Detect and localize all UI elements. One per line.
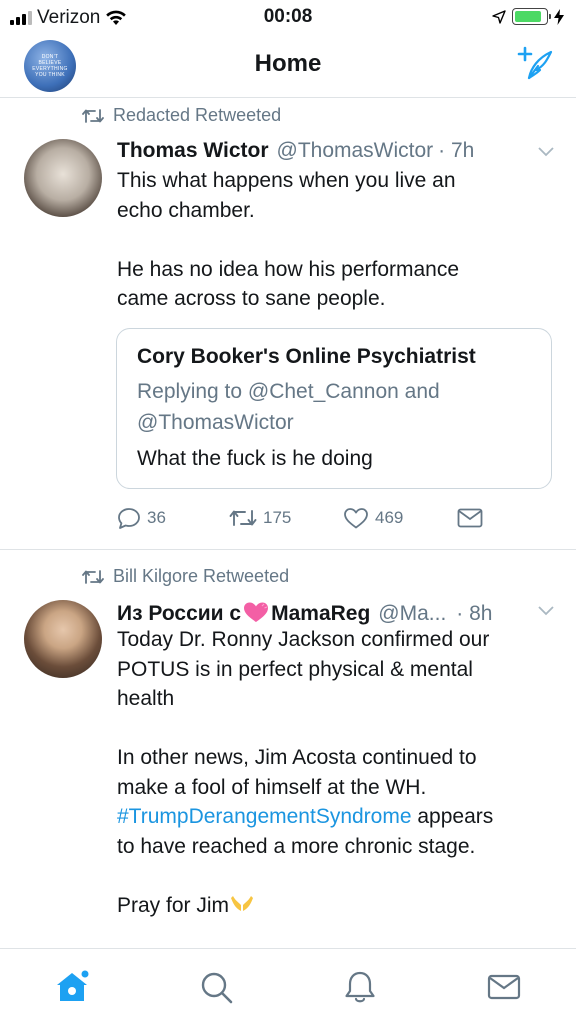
quoted-reply-context: Replying to @Chet_Cannon and @ThomasWict… [137, 376, 537, 438]
tweet-text-line: health [117, 687, 175, 710]
user-name[interactable]: Thomas Wictor [117, 139, 269, 163]
tab-bar [0, 948, 576, 1024]
user-avatar[interactable] [24, 600, 102, 678]
tweet-text-line: make a fool of himself at the WH. [117, 775, 427, 799]
user-avatar[interactable] [24, 139, 102, 217]
tweet-text: This what happens when you live an echo … [117, 166, 557, 314]
tweet-text-line: This what happens when you live an [117, 169, 456, 192]
tweet-text-line [117, 714, 557, 744]
user-handle: @ThomasWictor [276, 139, 434, 162]
envelope-icon [457, 508, 483, 528]
retweet-count: 175 [263, 508, 292, 527]
user-name-prefix[interactable]: Из России с [117, 602, 241, 626]
open-hands-emoji-icon [229, 893, 255, 913]
tweet-header: Thomas Wictor @ThomasWictor · 7h [117, 139, 474, 163]
heart-icon [344, 508, 368, 529]
messages-icon[interactable] [486, 969, 522, 1005]
tweet-text-line: Today Dr. Ronny Jackson confirmed our [117, 628, 490, 651]
timeline-feed: Redacted Retweeted Thomas Wictor @Thomas… [0, 99, 576, 948]
reply-button[interactable]: 36 [117, 507, 229, 529]
tweet-text: Today Dr. Ronny Jackson confirmed our PO… [117, 625, 557, 920]
tweet-text-line: In other news, Jim Acosta continued to [117, 746, 477, 769]
retweeted-by-label: Redacted Retweeted [113, 105, 282, 125]
reply-count: 36 [147, 508, 166, 527]
navigation-bar: DON'T BELIEVE EVERYTHING YOU THINK Home [0, 34, 576, 98]
tweet-time: · 8h [456, 602, 493, 625]
tweet-text-line: to have reached a more chronic stage. [117, 834, 476, 858]
retweeted-by-label: Bill Kilgore Retweeted [113, 566, 290, 586]
battery-icon [512, 8, 551, 25]
heart-emoji-icon [242, 601, 270, 623]
location-arrow-icon [492, 9, 506, 24]
retweet-button[interactable]: 175 [229, 508, 343, 528]
search-icon[interactable] [198, 969, 234, 1005]
page-title: Home [254, 50, 322, 77]
tweet-text-line: He has no idea how his performance [117, 257, 460, 281]
quoted-user-name: Cory Booker's Online Psychiatrist [137, 345, 476, 368]
chevron-down-icon[interactable] [538, 147, 554, 157]
tweet-text-fragment: Pray for Jim [117, 893, 230, 917]
compose-tweet-icon[interactable] [516, 44, 556, 84]
tweet-actions: 36 175 469 [117, 507, 483, 529]
tweet-text-line [117, 861, 557, 891]
quoted-tweet[interactable]: Cory Booker's Online Psychiatrist Replyi… [116, 328, 552, 489]
quoted-tweet-text: What the fuck is he doing [137, 447, 373, 470]
reply-line: @ThomasWictor [137, 411, 294, 434]
status-bar: Verizon 00:08 [0, 0, 576, 34]
status-right [492, 8, 564, 25]
tweet-text-fragment: appears [411, 805, 494, 828]
battery-level [515, 11, 541, 22]
retweet-context: Bill Kilgore Retweeted [82, 566, 289, 587]
reply-icon [118, 508, 140, 529]
tweet-text-line [117, 225, 557, 255]
retweet-icon [82, 108, 104, 123]
tweet[interactable]: Redacted Retweeted Thomas Wictor @Thomas… [0, 99, 576, 550]
retweet-icon [229, 510, 257, 526]
notifications-icon[interactable] [342, 969, 378, 1005]
tweet-header: Из России с MamaReg @Ma... · 8h [117, 598, 492, 626]
retweet-icon [82, 569, 104, 584]
home-icon[interactable] [54, 969, 90, 1005]
chevron-down-icon[interactable] [538, 606, 554, 616]
tweet-text-line: POTUS is in perfect physical & mental [117, 657, 473, 681]
direct-message-button[interactable] [457, 508, 483, 528]
tweet-text-line: came across to sane people. [117, 287, 386, 310]
retweet-context: Redacted Retweeted [82, 105, 281, 126]
like-button[interactable]: 469 [343, 507, 457, 529]
hashtag-link[interactable]: #TrumpDerangementSyndrome [117, 805, 412, 828]
like-count: 469 [375, 508, 404, 527]
user-handle: @Ma... [378, 602, 447, 625]
tweet-time: · 7h [438, 139, 475, 162]
tweet[interactable]: Bill Kilgore Retweeted Из России с MamaR… [0, 550, 576, 948]
user-name-suffix[interactable]: MamaReg [271, 602, 370, 626]
tweet-text-line: #TrumpDerangementSyndrome appears [117, 802, 557, 832]
tweet-text-line: echo chamber. [117, 198, 255, 222]
charging-bolt-icon [554, 8, 564, 25]
reply-line: Replying to @Chet_Cannon and [137, 380, 440, 403]
tweet-text-line: Pray for Jim [117, 891, 557, 921]
clock: 00:08 [263, 6, 313, 27]
